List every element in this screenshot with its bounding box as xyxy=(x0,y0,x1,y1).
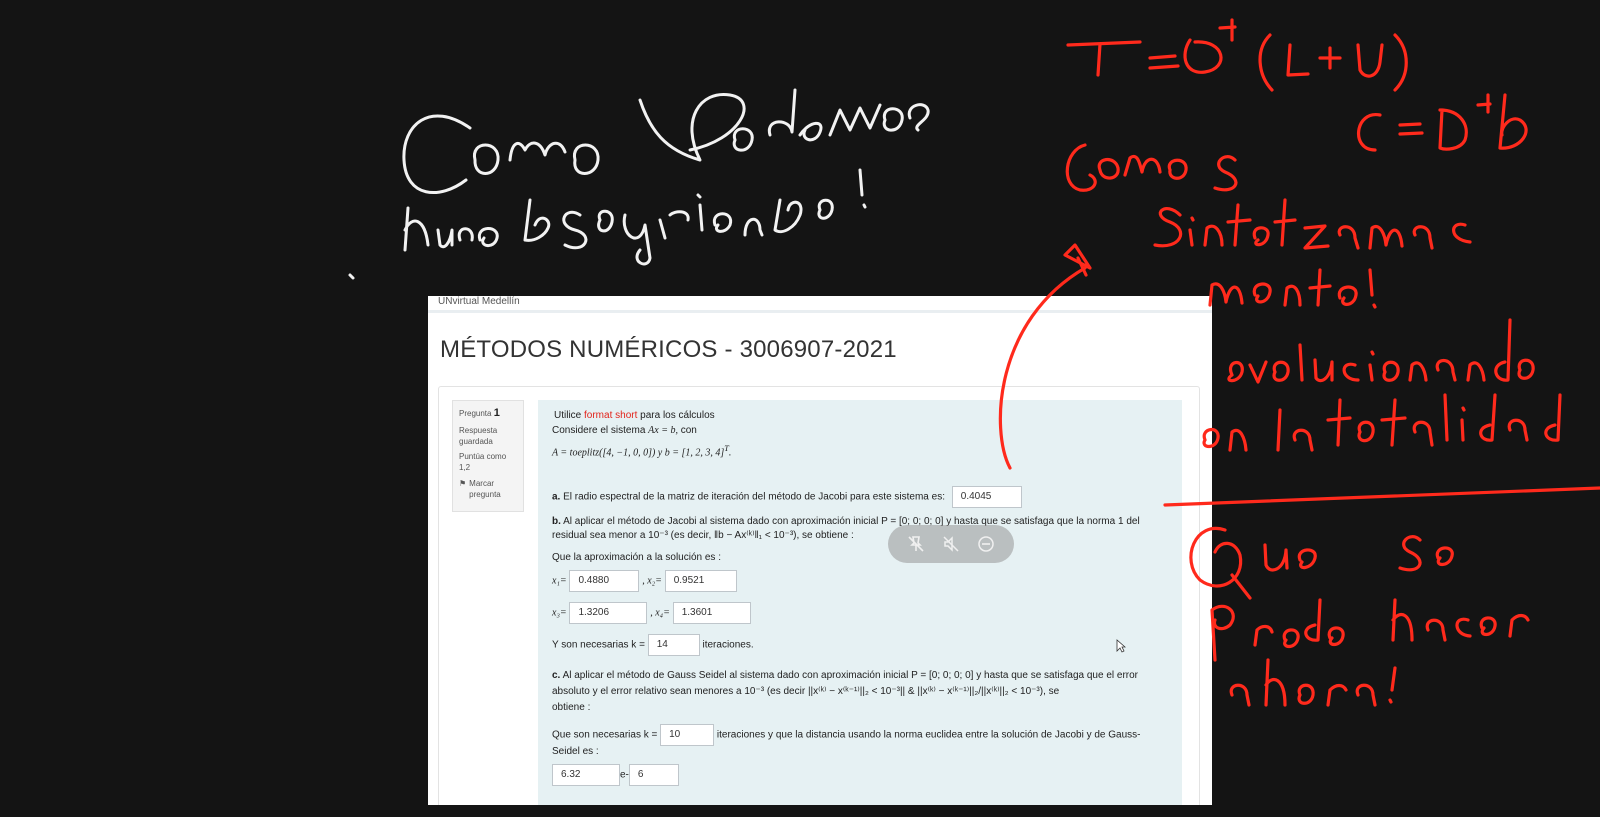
part-b-line1: b. Al aplicar el método de Jacobi al sis… xyxy=(552,516,1140,527)
question-score: Puntúa como 1,2 xyxy=(459,452,507,473)
floating-toolbar xyxy=(888,525,1014,563)
question-number: 1 xyxy=(493,407,500,419)
gs-k-suffix2: Seidel es : xyxy=(552,746,599,757)
part-a: a. El radio espectral de la matriz de it… xyxy=(552,486,1022,508)
flag-label: Marcar pregunta xyxy=(469,479,501,499)
pin-off-icon[interactable] xyxy=(905,533,927,555)
part-c-line1: c. Al aplicar el método de Gauss Seidel … xyxy=(552,670,1138,681)
x1-label: x₁= xyxy=(552,575,567,587)
intro-prefix: Utilice xyxy=(554,410,582,421)
system-line: Considere el sistema Ax = b, con xyxy=(552,425,697,436)
gs-iterations-input[interactable]: 10 xyxy=(660,724,715,746)
mouse-cursor-icon xyxy=(1116,639,1126,653)
intro-suffix: para los cálculos xyxy=(640,410,715,421)
x2-input[interactable]: 0.9521 xyxy=(664,570,737,592)
system-suffix: con xyxy=(680,425,697,436)
part-c-line3: obtiene : xyxy=(552,702,591,713)
white-handwriting xyxy=(348,88,930,280)
gs-iterations-row: Que son necesarias k = 10 iteraciones y … xyxy=(552,724,1141,746)
approx-label: Que la aproximación a la solución es : xyxy=(552,552,721,563)
embedded-screenshot: UNvirtual Medellín MÉTODOS NUMÉRICOS - 3… xyxy=(428,296,1212,805)
minimize-icon[interactable] xyxy=(975,533,997,555)
flag-icon: ⚑ xyxy=(459,479,467,489)
gs-k-suffix: iteraciones y que la distancia usando la… xyxy=(716,729,1141,741)
part-a-text: El radio espectral de la matriz de itera… xyxy=(563,491,945,503)
jacobi-k-prefix: Y son necesarias k = xyxy=(552,639,645,651)
system-equation: Ax = b, xyxy=(648,425,678,436)
distance-exponent-input[interactable]: 6 xyxy=(628,764,679,786)
x4-input[interactable]: 1.3601 xyxy=(672,602,751,624)
x2-label: , x₂= xyxy=(642,575,662,587)
part-b-line2: residual sea menor a 10⁻³ (es decir, ‖b … xyxy=(552,530,854,541)
x4-label: , x₄= xyxy=(650,607,670,619)
flag-question-link[interactable]: ⚑ Marcar pregunta xyxy=(459,479,517,501)
question-status: Respuesta guardada xyxy=(459,425,498,446)
distance-row: 6.32 e- 6 xyxy=(552,764,679,786)
x3-x4-row: x₃= 1.3206 , x₄= 1.3601 xyxy=(552,602,751,624)
x1-x2-row: x₁= 0.4880 , x₂= 0.9521 xyxy=(552,570,737,592)
jacobi-iterations-input[interactable]: 14 xyxy=(647,634,700,656)
part-b-text1: Al aplicar el método de Jacobi al sistem… xyxy=(563,516,1140,527)
spectral-radius-input[interactable]: 0.4045 xyxy=(951,486,1022,508)
jacobi-iterations-row: Y son necesarias k = 14 iteraciones. xyxy=(552,634,754,656)
part-a-label: a. xyxy=(552,491,561,503)
distance-mantissa-input[interactable]: 6.32 xyxy=(552,764,620,786)
jacobi-k-suffix: iteraciones. xyxy=(702,639,754,651)
part-c-text1: Al aplicar el método de Gauss Seidel al … xyxy=(562,670,1138,681)
x3-label: x₃= xyxy=(552,607,567,619)
gs-k-prefix: Que son necesarias k = xyxy=(552,729,658,741)
question-label: Pregunta xyxy=(459,409,492,418)
intro-line: Utilice format short para los cálculos xyxy=(554,410,715,421)
distance-e-label: e- xyxy=(620,769,629,781)
question-content: Utilice format short para los cálculos C… xyxy=(538,400,1182,805)
x1-input[interactable]: 0.4880 xyxy=(569,570,640,592)
question-info-box: Pregunta 1 Respuesta guardada Puntúa com… xyxy=(452,400,524,512)
course-title: MÉTODOS NUMÉRICOS - 3006907-2021 xyxy=(440,336,897,363)
part-b-label: b. xyxy=(552,516,561,527)
topbar-divider xyxy=(428,310,1212,313)
intro-highlight: format short xyxy=(584,410,638,421)
matrix-line: A = toeplitz([4, −1, 0, 0]) y b = [1, 2,… xyxy=(552,444,732,459)
mute-icon[interactable] xyxy=(940,533,962,555)
part-c-label: c. xyxy=(552,670,561,681)
site-name[interactable]: UNvirtual Medellín xyxy=(438,296,520,307)
x3-input[interactable]: 1.3206 xyxy=(569,602,648,624)
part-c-line2: absoluto y el error relativo sean menore… xyxy=(552,686,1060,697)
matrix-definition: A = toeplitz([4, −1, 0, 0]) y b = [1, 2,… xyxy=(552,447,725,459)
system-prefix: Considere el sistema xyxy=(552,425,646,436)
